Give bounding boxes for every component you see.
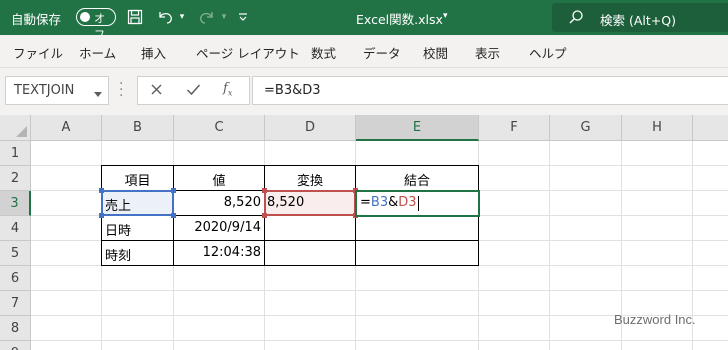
row-header-1[interactable]: 1 (0, 141, 31, 166)
search-box[interactable]: 検索 (Alt+Q) (552, 3, 728, 32)
undo-icon[interactable] (154, 6, 176, 28)
formula-bar-area: TEXTJOIN · · · fx =B3&D3 (0, 68, 728, 115)
row-header-7[interactable]: 7 (0, 291, 31, 316)
resize-handle[interactable] (99, 188, 104, 193)
table-border (101, 165, 479, 166)
autosave-label: 自動保存 (11, 12, 62, 27)
cell-d2[interactable]: 変換 (265, 170, 355, 189)
formula-buttons: fx (137, 76, 250, 105)
name-box-dropdown-icon[interactable] (94, 87, 102, 102)
cell-e2[interactable]: 結合 (356, 170, 478, 189)
column-header-a[interactable]: A (31, 115, 102, 141)
formula-equals: = (360, 195, 371, 210)
cancel-icon[interactable] (150, 82, 163, 100)
column-header-h[interactable]: H (622, 115, 693, 141)
redo-icon[interactable] (196, 6, 218, 28)
insert-function-icon[interactable]: fx (223, 81, 232, 98)
text-cursor (418, 196, 419, 211)
column-header-c[interactable]: C (174, 115, 265, 141)
resize-handle[interactable] (171, 188, 176, 193)
gridline (31, 290, 728, 291)
row-header-4[interactable]: 4 (0, 216, 31, 241)
tab-help[interactable]: ヘルプ (529, 43, 567, 62)
name-box-value: TEXTJOIN (14, 83, 75, 98)
tab-formulas[interactable]: 数式 (311, 43, 336, 62)
formula-ref-d3: D3 (398, 195, 417, 210)
column-header-next[interactable] (693, 115, 728, 141)
redo-dropdown-icon[interactable]: ▾ (218, 6, 230, 28)
save-icon[interactable] (124, 6, 146, 28)
column-header-e[interactable]: E (356, 115, 479, 141)
tab-view[interactable]: 表示 (475, 43, 500, 62)
title-bar: 自動保存 オフ ▾ ▾ Excel関数.xlsx ▾ 検索 (Alt+Q) (0, 0, 728, 41)
cell-d3[interactable]: 8,520 (267, 195, 304, 210)
row-header-6[interactable]: 6 (0, 266, 31, 291)
select-all-icon (16, 126, 27, 137)
tab-insert[interactable]: 挿入 (141, 43, 166, 62)
cell-c2[interactable]: 値 (174, 170, 264, 189)
column-header-f[interactable]: F (479, 115, 550, 141)
cell-c3[interactable]: 8,520 (174, 195, 261, 210)
column-header-g[interactable]: G (550, 115, 622, 141)
row-header-2[interactable]: 2 (0, 166, 31, 191)
table-border (101, 265, 479, 266)
formula-input[interactable]: =B3&D3 (252, 76, 728, 105)
cell-b5[interactable]: 時刻 (105, 245, 131, 264)
formula-ref-b3: B3 (370, 195, 389, 210)
tab-data[interactable]: データ (363, 43, 401, 62)
toggle-knob (80, 12, 90, 22)
cell-b4[interactable]: 日時 (105, 220, 131, 239)
cell-e3-formula[interactable]: =B3&D3 (360, 195, 417, 210)
watermark: Buzzword Inc. (614, 312, 696, 327)
tab-page-layout[interactable]: ページ レイアウト (196, 43, 300, 62)
customize-qat-icon[interactable] (236, 6, 250, 28)
formula-text: =B3&D3 (264, 83, 321, 98)
formula-ref-b3: B3 (274, 83, 293, 98)
formula-bar-splitter-icon[interactable]: · · · (119, 77, 123, 103)
select-all-button[interactable] (0, 115, 31, 141)
file-name[interactable]: Excel関数.xlsx (356, 9, 443, 28)
cell-c4[interactable]: 2020/9/14 (174, 220, 261, 235)
formula-ampersand: & (292, 83, 303, 98)
gridline (31, 340, 728, 341)
row-header-3[interactable]: 3 (0, 191, 31, 216)
autosave-toggle[interactable]: オフ (76, 8, 116, 41)
table-border (101, 240, 479, 241)
ribbon-tabs: ファイル ホーム 挿入 ページ レイアウト 数式 データ 校閲 表示 ヘルプ (0, 35, 728, 68)
resize-handle[interactable] (99, 213, 104, 218)
formula-ref-d3: D3 (302, 83, 321, 98)
gridline (549, 141, 550, 350)
filename-dropdown-icon[interactable]: ▾ (443, 11, 448, 21)
formula-ampersand: & (388, 195, 399, 210)
undo-dropdown-icon[interactable]: ▾ (176, 6, 188, 28)
column-header-b[interactable]: B (102, 115, 174, 141)
tab-file[interactable]: ファイル (13, 43, 63, 62)
enter-icon[interactable] (186, 82, 201, 100)
row-header-5[interactable]: 5 (0, 241, 31, 266)
resize-handle[interactable] (262, 213, 267, 218)
search-icon (568, 9, 584, 29)
resize-handle[interactable] (171, 213, 176, 218)
cell-b3[interactable]: 売上 (105, 195, 131, 214)
name-box[interactable]: TEXTJOIN (5, 76, 109, 105)
column-header-d[interactable]: D (265, 115, 356, 141)
tab-home[interactable]: ホーム (79, 43, 116, 62)
row-header-8[interactable]: 8 (0, 316, 31, 341)
row-header-9[interactable]: 9 (0, 341, 31, 350)
cell-c5[interactable]: 12:04:38 (174, 245, 261, 260)
cell-b2[interactable]: 項目 (102, 170, 173, 189)
resize-handle[interactable] (262, 188, 267, 193)
search-label: 検索 (Alt+Q) (600, 13, 676, 28)
tab-review[interactable]: 校閲 (423, 43, 448, 62)
formula-equals: = (264, 83, 275, 98)
